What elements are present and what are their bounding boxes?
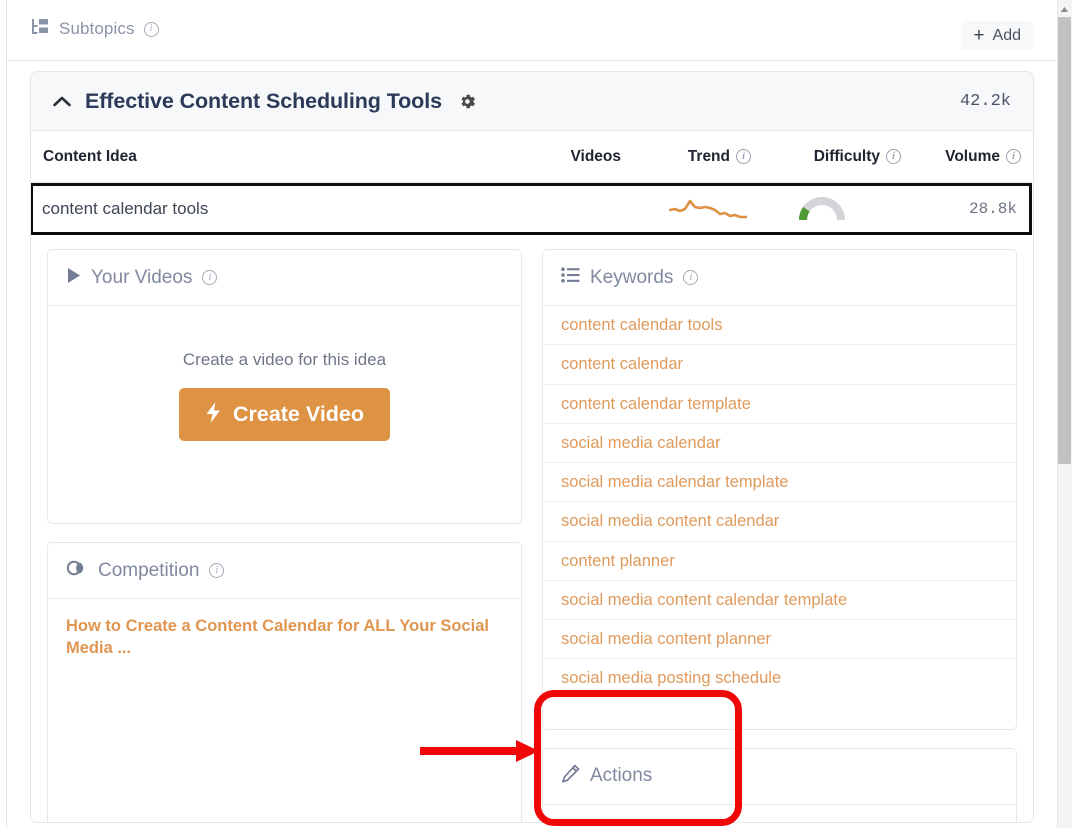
competition-body: How to Create a Content Calendar for ALL… [48,599,521,823]
keywords-title: Keywords [590,267,673,289]
keywords-header: Keywords i [543,250,1016,306]
page-left-divider [6,0,7,828]
gear-icon[interactable] [458,92,477,111]
info-icon-trend[interactable]: i [736,149,751,164]
detail-right-column: Keywords i content calendar tools conten… [542,249,1017,823]
actions-header: Actions [543,749,1016,805]
col-header-trend: Trend i [621,148,751,166]
keywords-body: content calendar tools content calendar … [543,306,1016,729]
play-icon [66,267,81,289]
subtopics-toolbar: Subtopics i + Add [7,0,1057,61]
list-item[interactable]: content calendar tools [543,306,1016,345]
your-videos-body: Create a video for this idea Create Vide… [48,306,521,523]
detail-left-column: Your Videos i Create a video for this id… [47,249,522,823]
idea-detail-area: Your Videos i Create a video for this id… [31,235,1033,823]
col-header-difficulty-label: Difficulty [814,148,880,166]
col-header-volume-label: Volume [945,148,1000,166]
scrollbar-thumb[interactable] [1058,17,1071,464]
keywords-panel: Keywords i content calendar tools conten… [542,249,1017,730]
info-icon-competition[interactable]: i [209,563,224,578]
subtopics-label: Subtopics [59,19,135,39]
table-header-row: Content Idea Videos Trend i Difficulty i… [31,131,1033,183]
info-icon-subtopics[interactable]: i [144,22,159,37]
col-header-trend-label: Trend [688,148,730,166]
col-header-volume: Volume i [901,148,1033,166]
keywords-list-spacer [543,698,1016,729]
list-item[interactable]: social media content calendar [543,502,1016,541]
col-header-videos-label: Videos [570,148,621,166]
col-header-content-idea: Content Idea [43,148,503,166]
subtopic-card-header[interactable]: Effective Content Scheduling Tools 42.2k [31,72,1033,131]
list-item[interactable]: content calendar [543,345,1016,384]
your-videos-panel: Your Videos i Create a video for this id… [47,249,522,524]
cell-content-idea: content calendar tools [42,199,499,219]
list-icon [561,267,580,288]
info-icon-keywords[interactable]: i [683,270,698,285]
plus-icon: + [973,26,984,45]
competition-header: Competition i [48,543,521,599]
keywords-list: content calendar tools content calendar … [543,306,1016,698]
pencil-icon [561,764,580,788]
create-video-label: Create Video [233,402,364,427]
sparkline-trend-icon [617,196,747,222]
competition-circles-icon [66,559,88,582]
list-item[interactable]: social media content planner [543,620,1016,659]
competition-link[interactable]: How to Create a Content Calendar for ALL… [66,615,503,660]
app-root: Subtopics i + Add Effective Content Sche… [0,0,1080,828]
list-item[interactable]: content planner [543,542,1016,581]
subtopic-card: Effective Content Scheduling Tools 42.2k… [30,71,1034,823]
actions-body: Delete Idea [543,805,1016,823]
list-item[interactable]: social media calendar template [543,463,1016,502]
sitemap-icon [31,18,50,40]
col-header-difficulty: Difficulty i [751,148,901,166]
competition-panel: Competition i How to Create a Content Ca… [47,542,522,823]
actions-title: Actions [590,765,652,787]
actions-panel: Actions [542,748,1017,823]
table-row[interactable]: content calendar tools 28.8k [30,183,1032,235]
create-video-button[interactable]: Create Video [179,388,390,441]
ideas-table: Content Idea Videos Trend i Difficulty i… [31,131,1033,823]
cell-volume: 28.8k [897,200,1029,218]
delete-idea-button[interactable]: Delete Idea [561,819,728,823]
competition-title: Competition [98,560,199,582]
your-videos-header: Your Videos i [48,250,521,306]
create-video-hint: Create a video for this idea [183,350,386,370]
scroll-up-arrow-icon[interactable] [1057,2,1072,16]
list-item[interactable]: content calendar template [543,385,1016,424]
subtopic-title: Effective Content Scheduling Tools [85,89,442,114]
col-header-content-idea-label: Content Idea [43,148,137,166]
add-button-label: Add [993,27,1021,45]
list-item[interactable]: social media posting schedule [543,659,1016,697]
col-header-videos: Videos [503,148,621,166]
list-item[interactable]: social media calendar [543,424,1016,463]
gauge-icon [747,195,897,223]
bolt-icon [205,401,222,428]
info-icon-your-videos[interactable]: i [202,270,217,285]
subtopic-volume: 42.2k [960,92,1011,111]
add-button[interactable]: + Add [961,21,1033,50]
list-item[interactable]: social media content calendar template [543,581,1016,620]
chevron-up-icon[interactable] [49,95,75,108]
info-icon-difficulty[interactable]: i [886,149,901,164]
info-icon-volume[interactable]: i [1006,149,1021,164]
subtopics-heading: Subtopics i [31,18,159,40]
your-videos-title: Your Videos [91,267,192,289]
